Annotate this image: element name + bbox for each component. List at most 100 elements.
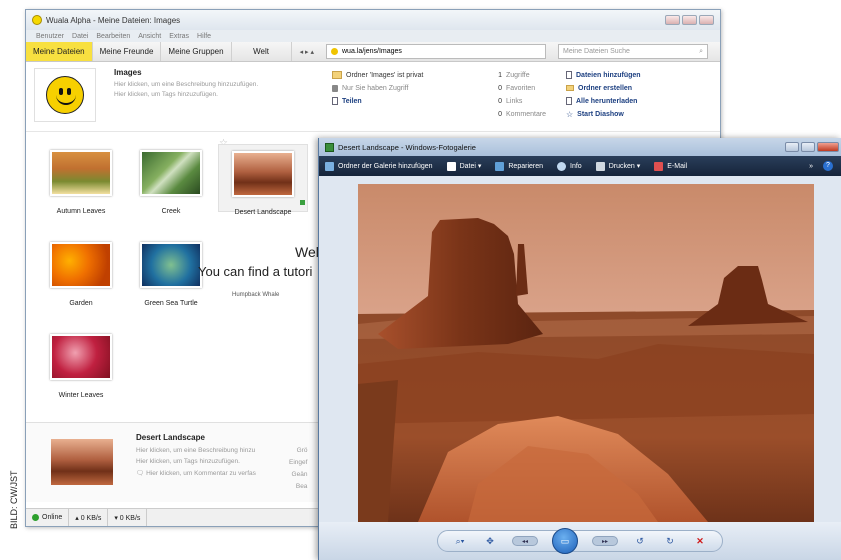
wuala-app-icon xyxy=(32,15,42,25)
tab-meine-freunde[interactable]: Meine Freunde xyxy=(93,42,162,61)
stat-label: Kommentare xyxy=(506,110,547,118)
detail-added-label: Eingef xyxy=(289,459,308,466)
stat-label: Links xyxy=(506,97,523,105)
detail-tags[interactable]: Hier klicken, um Tags hinzuzufügen. xyxy=(136,458,256,465)
create-folder-link[interactable]: Ordner erstellen xyxy=(578,85,632,92)
folder-tags[interactable]: Hier klicken, um Tags hinzuzufügen. xyxy=(114,91,294,98)
download-icon xyxy=(566,97,572,105)
menu-extras[interactable]: Extras xyxy=(169,33,189,40)
address-bar[interactable]: wua.la/jens/Images xyxy=(326,44,546,59)
menu-hilfe[interactable]: Hilfe xyxy=(197,33,211,40)
thumbnail-image[interactable] xyxy=(50,150,112,196)
slideshow-button[interactable]: ▭ xyxy=(552,528,578,554)
folder-title: Images xyxy=(114,68,142,77)
gallery-close-button[interactable] xyxy=(817,142,839,152)
online-status[interactable]: Online xyxy=(26,509,70,526)
email-label: E-Mail xyxy=(667,162,688,170)
fit-window-icon[interactable]: ✥ xyxy=(482,533,498,549)
thumbnail-item[interactable]: Winter Leaves xyxy=(36,334,126,399)
stat-label: Favoriten xyxy=(506,84,536,92)
search-icon[interactable]: ⌕ xyxy=(699,48,703,56)
window-controls xyxy=(665,15,714,25)
info-icon xyxy=(557,161,567,171)
rotate-right-icon[interactable]: ↻ xyxy=(662,533,678,549)
thumbnail-item[interactable]: Garden xyxy=(36,242,126,307)
folder-icon xyxy=(332,71,342,79)
thumbnail-image[interactable] xyxy=(50,334,112,380)
add-to-gallery-label: Ordner der Galerie hinzufügen xyxy=(338,162,433,170)
gallery-maximize-button[interactable] xyxy=(801,142,815,152)
delete-icon[interactable]: ✕ xyxy=(692,533,708,549)
thumbnail-label: Creek xyxy=(161,208,181,215)
file-menu-button[interactable]: Datei ▾ xyxy=(446,161,482,171)
menu-datei[interactable]: Datei xyxy=(72,33,88,40)
detail-edited-label: Bea xyxy=(295,483,308,490)
add-files-icon xyxy=(566,71,572,79)
search-placeholder: Meine Dateien Suche xyxy=(563,48,630,55)
gallery-window-title: Desert Landscape - Windows-Fotogalerie xyxy=(338,142,476,152)
zoom-icon[interactable]: ⌕▾ xyxy=(452,533,468,549)
wuala-titlebar: Wuala Alpha - Meine Dateien: Images xyxy=(26,10,720,30)
menu-ansicht[interactable]: Ansicht xyxy=(138,33,161,40)
info-button[interactable]: Info xyxy=(557,161,582,171)
add-files-link[interactable]: Dateien hinzufügen xyxy=(576,72,641,79)
sync-status-icon xyxy=(300,200,305,205)
share-link[interactable]: Teilen xyxy=(342,98,362,105)
stat-number: 1 xyxy=(498,71,502,79)
search-input[interactable]: Meine Dateien Suche ⌕ xyxy=(558,44,708,59)
menu-bar: Benutzer Datei Bearbeiten Ansicht Extras… xyxy=(26,30,720,42)
menu-benutzer[interactable]: Benutzer xyxy=(36,33,64,40)
thumbnail-image[interactable] xyxy=(140,242,202,288)
nav-bar: Meine Dateien Meine Freunde Meine Gruppe… xyxy=(26,42,720,62)
gallery-navigation-bar: ⌕▾ ✥ ◂◂ ▭ ▸▸ ↺ ↻ ✕ xyxy=(437,528,723,554)
slideshow-link[interactable]: Start Diashow xyxy=(577,111,624,118)
detail-thumbnail xyxy=(51,439,113,485)
folder-description[interactable]: Hier klicken, um eine Beschreibung hinzu… xyxy=(114,81,294,88)
next-button[interactable]: ▸▸ xyxy=(592,536,618,546)
gallery-controls: ⌕▾ ✥ ◂◂ ▭ ▸▸ ↺ ↻ ✕ xyxy=(319,522,841,560)
previous-button[interactable]: ◂◂ xyxy=(512,536,538,546)
rotate-left-icon[interactable]: ↺ xyxy=(632,533,648,549)
share-icon xyxy=(332,97,338,105)
desert-landscape-photo xyxy=(358,184,814,522)
tab-welt[interactable]: Welt xyxy=(232,42,292,61)
nav-arrows[interactable]: ◂ ▸ ▴ xyxy=(292,42,322,61)
thumbnail-image[interactable] xyxy=(50,242,112,288)
print-menu-button[interactable]: Drucken ▾ xyxy=(595,161,640,171)
tab-meine-dateien[interactable]: Meine Dateien xyxy=(26,42,93,61)
thumbnail-image[interactable] xyxy=(140,150,202,196)
stat-number: 0 xyxy=(498,110,502,118)
detail-size-label: Grö xyxy=(296,447,308,454)
download-all-link[interactable]: Alle herunterladen xyxy=(576,98,637,105)
detail-comment[interactable]: 🗨 Hier klicken, um Kommentar zu verfas xyxy=(136,469,256,477)
file-menu-label: Datei ▾ xyxy=(459,163,482,170)
minimize-button[interactable] xyxy=(665,15,680,25)
online-label: Online xyxy=(42,514,63,521)
thumbnail-image[interactable] xyxy=(232,151,294,197)
detail-description[interactable]: Hier klicken, um eine Beschreibung hinzu xyxy=(136,447,256,454)
maximize-button[interactable] xyxy=(682,15,697,25)
detail-properties: Grö Eingef Geän Bea xyxy=(289,445,307,493)
menu-bearbeiten[interactable]: Bearbeiten xyxy=(96,33,130,40)
tab-meine-gruppen[interactable]: Meine Gruppen xyxy=(161,42,232,61)
thumbnail-label: Garden xyxy=(69,300,93,307)
more-options-button[interactable]: » xyxy=(809,163,813,170)
stat-number: 0 xyxy=(498,97,502,105)
thumbnail-label-partial: Humpback Whale xyxy=(232,292,280,298)
thumbnail-item-selected[interactable]: Desert Landscape xyxy=(218,144,308,216)
thumbnail-item[interactable]: Autumn Leaves xyxy=(36,150,126,215)
gallery-titlebar: Desert Landscape - Windows-Fotogalerie xyxy=(319,138,841,156)
comment-icon: 🗨 xyxy=(136,470,147,477)
help-icon[interactable]: ? xyxy=(823,161,833,171)
thumbnail-item[interactable]: Creek xyxy=(126,150,216,215)
add-to-gallery-button[interactable]: Ordner der Galerie hinzufügen xyxy=(325,161,433,171)
email-button[interactable]: E-Mail xyxy=(654,161,688,171)
wuala-window-title: Wuala Alpha - Meine Dateien: Images xyxy=(46,15,181,25)
thumbnail-label: Winter Leaves xyxy=(58,392,104,399)
folder-info: Images Hier klicken, um eine Beschreibun… xyxy=(26,62,720,132)
close-button[interactable] xyxy=(699,15,714,25)
fix-button[interactable]: Reparieren xyxy=(495,161,543,171)
info-label: Info xyxy=(570,162,582,170)
thumbnail-label: Autumn Leaves xyxy=(56,208,106,215)
gallery-minimize-button[interactable] xyxy=(785,142,799,152)
